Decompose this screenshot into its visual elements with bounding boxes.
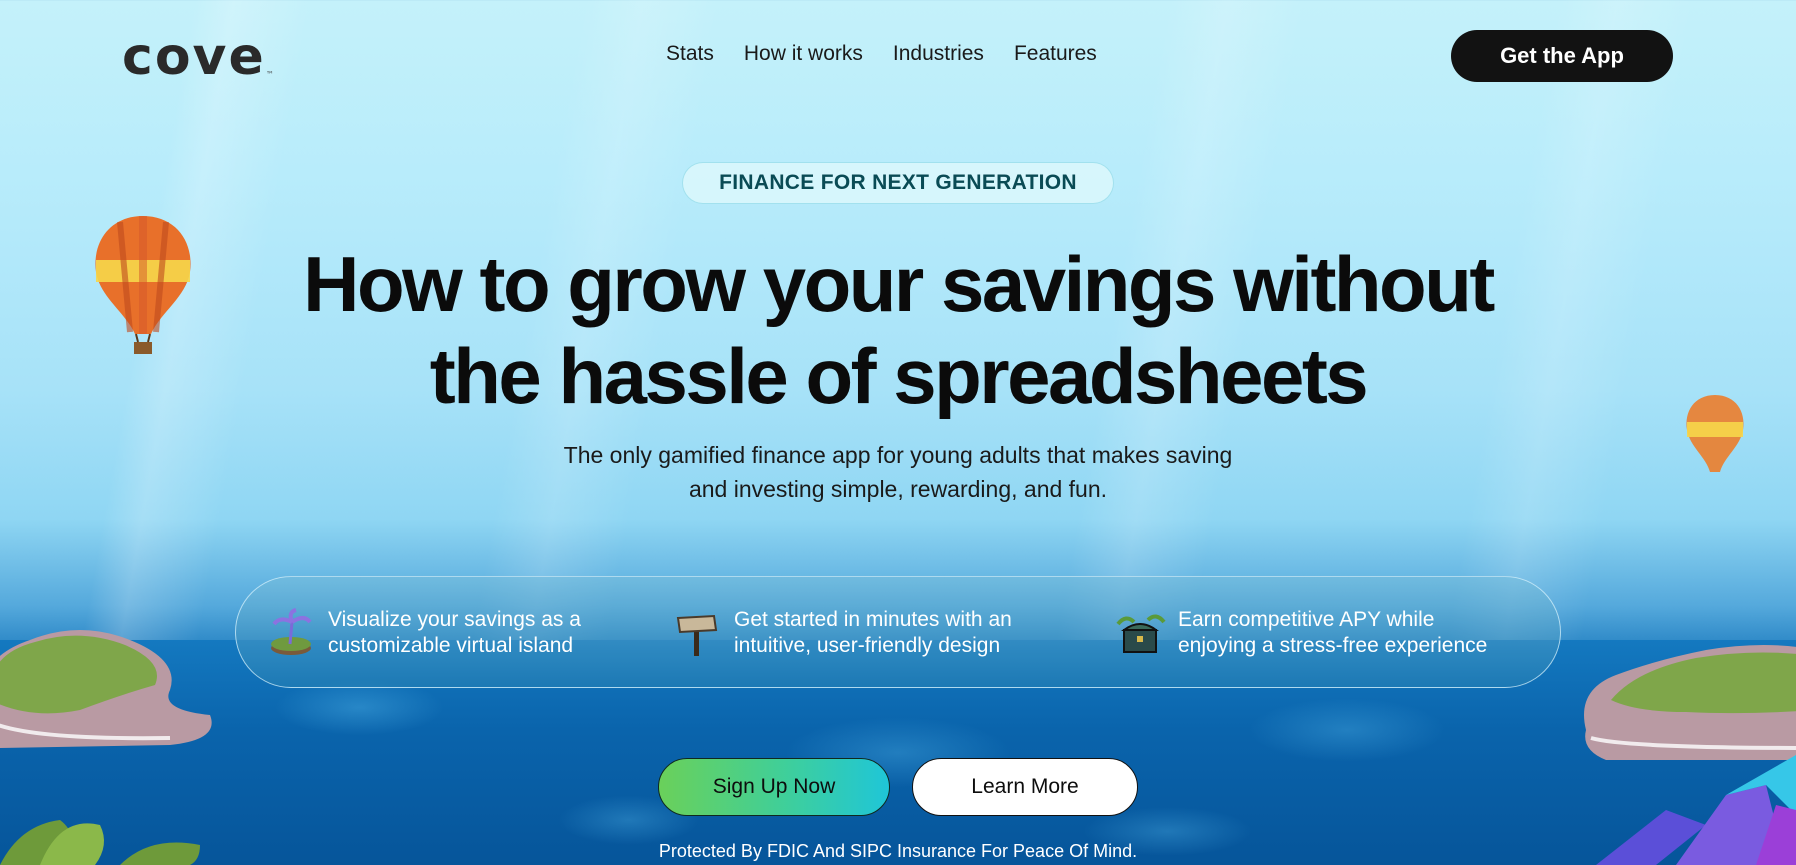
feature-item-signpost: Get started in minutes with an intuitive…	[672, 607, 1012, 659]
feature-item-treasure: Earn competitive APY while enjoying a st…	[1116, 607, 1487, 659]
feature-2-line-2: intuitive, user-friendly design	[734, 634, 1001, 657]
headline-line-1: How to grow your savings without	[303, 240, 1495, 328]
headline-line-2: the hassle of spreadsheets	[429, 332, 1369, 420]
sign-up-now-button[interactable]: Sign Up Now	[658, 758, 890, 816]
subtitle-line-1: The only gamified finance app for young …	[563, 442, 1233, 468]
main-nav: Stats How it works Industries Features	[666, 42, 1097, 66]
hot-air-balloon-right	[1686, 395, 1744, 472]
eyebrow-badge: FINANCE FOR NEXT GENERATION	[682, 162, 1114, 204]
left-island-illustration	[0, 630, 212, 748]
subtitle-line-2: and investing simple, rewarding, and fun…	[688, 476, 1108, 502]
island-icon	[271, 608, 312, 655]
hero-subtitle: The only gamified finance app for young …	[478, 438, 1318, 506]
nav-item-how-it-works[interactable]: How it works	[744, 42, 863, 66]
feature-3-line-1: Earn competitive APY while	[1178, 608, 1435, 631]
nav-item-industries[interactable]: Industries	[893, 42, 984, 66]
feature-1-line-2: customizable virtual island	[328, 634, 574, 657]
feature-3-line-2: enjoying a stress-free experience	[1178, 634, 1488, 657]
feature-text: Get started in minutes with an intuitive…	[734, 607, 1012, 659]
site-header: cove ™ Stats How it works Industries Fea…	[0, 0, 1796, 114]
nav-item-features[interactable]: Features	[1014, 42, 1097, 66]
get-the-app-button[interactable]: Get the App	[1451, 30, 1673, 82]
feature-text: Visualize your savings as a customizable…	[328, 607, 581, 659]
feature-text: Earn competitive APY while enjoying a st…	[1178, 607, 1487, 659]
cove-logo[interactable]: cove ™	[122, 30, 282, 84]
hot-air-balloon-left	[95, 216, 191, 354]
insurance-note: Protected By FDIC And SIPC Insurance For…	[658, 841, 1138, 861]
feature-1-line-1: Visualize your savings as a	[328, 608, 581, 631]
feature-item-island: Visualize your savings as a customizable…	[266, 607, 581, 659]
hero-headline: How to grow your savings without the has…	[200, 238, 1596, 422]
features-bar: Visualize your savings as a customizable…	[235, 576, 1561, 688]
right-island-illustration	[1584, 645, 1796, 760]
logo-wordmark: cove	[122, 27, 266, 87]
treasure-chest-icon	[1116, 614, 1166, 653]
signpost-icon	[676, 614, 718, 656]
feature-2-line-1: Get started in minutes with an	[734, 608, 1012, 631]
learn-more-button[interactable]: Learn More	[912, 758, 1138, 816]
trademark-symbol: ™	[266, 70, 274, 79]
nav-item-stats[interactable]: Stats	[666, 42, 714, 66]
